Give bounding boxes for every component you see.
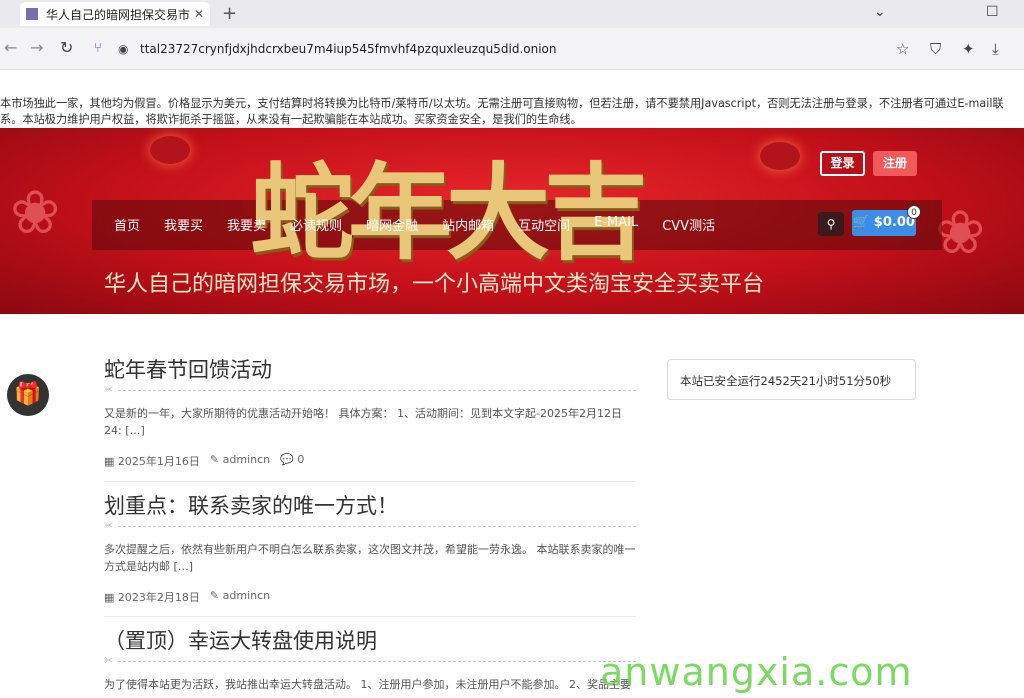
forward-icon[interactable]: → (30, 38, 43, 57)
scissors-icon: ✂ (104, 383, 114, 396)
onion-icon[interactable]: ◉ (118, 42, 128, 56)
post-date[interactable]: 2023年2月18日 (118, 591, 200, 604)
menu-item-rules[interactable]: 必读规则 (290, 215, 342, 234)
menu-item-email[interactable]: E-MAIL (594, 215, 638, 234)
menu-item-buy[interactable]: 我要买 (164, 215, 203, 234)
tor-icon[interactable]: ⑂ (94, 41, 102, 56)
post-meta: ▦ 2023年2月18日 ✎ admincn (104, 589, 636, 605)
post-title[interactable]: （置顶）幸运大转盘使用说明 (104, 627, 636, 655)
scissors-icon: ✂ (104, 519, 114, 532)
watermark: anwangxia.com (600, 650, 913, 694)
post-separator (104, 481, 636, 482)
gift-icon[interactable]: 🎁 (7, 374, 49, 416)
post-excerpt: 为了使得本站更为活跃，我站推出幸运大转盘活动。 1、注册用户参加，未注册用户不能… (104, 678, 631, 696)
post-date[interactable]: 2025年1月16日 (118, 455, 200, 468)
login-button[interactable]: 登录 (820, 151, 865, 176)
post-divider: ✂ (104, 519, 636, 532)
magic-broom-icon[interactable]: ✦ (962, 40, 975, 58)
post-item: （置顶）幸运大转盘使用说明 ✂ 为了使得本站更为活跃，我站推出幸运大转盘活动。 … (104, 627, 636, 696)
chevron-down-icon[interactable]: ⌄ (874, 4, 886, 20)
register-button[interactable]: 注册 (873, 151, 917, 176)
post-divider: ✂ (104, 383, 636, 396)
tab-bar: 华人自己的暗网担保交易市场 - ✕ + ⌄ ☐ (0, 0, 1024, 28)
post-title[interactable]: 划重点：联系卖家的唯一方式！ (104, 492, 636, 520)
header-banner: ❀ ❀ 蛇年大吉 登录 注册 首页 我要买 我要卖 必读规则 暗网金融 站内邮箱… (0, 128, 1024, 314)
site-notice: 本市场独此一家，其他均为假冒。价格显示为美元，支付结算时将转换为比特币/莱特币/… (0, 97, 1004, 126)
calendar-icon: ▦ (104, 455, 115, 468)
browser-tab[interactable]: 华人自己的暗网担保交易市场 - ✕ (20, 2, 210, 26)
post-meta: ▦ 2025年1月16日 ✎ admincn 💬 0 (104, 453, 636, 469)
uptime-widget: 本站已安全运行2452天21小时51分50秒 (667, 359, 916, 400)
cart-count-badge: 0 (907, 205, 921, 219)
post-divider: ✂ (104, 654, 636, 667)
favicon-icon (26, 8, 38, 20)
cart-icon: 🛒 (853, 215, 870, 230)
post-excerpt: 又是新的一年，大家所期待的优惠活动开始咯！ 具体方案： 1、活动期间：见到本文字… (104, 407, 622, 437)
pencil-icon: ✎ (209, 589, 220, 602)
lantern-icon (150, 136, 190, 164)
main-menu: 首页 我要买 我要卖 必读规则 暗网金融 站内邮箱 互动空间 E-MAIL CV… (114, 215, 739, 234)
maximize-icon[interactable]: ☐ (986, 4, 999, 20)
post-item: 蛇年春节回馈活动 ✂ 又是新的一年，大家所期待的优惠活动开始咯！ 具体方案： 1… (104, 356, 636, 469)
flower-icon: ❀ (10, 178, 61, 248)
address-bar[interactable]: ttal23727crynfjdxjhdcrxbeu7m4iup545fmvhf… (140, 42, 557, 56)
post-author[interactable]: admincn (223, 453, 271, 466)
back-icon[interactable]: ← (4, 38, 17, 57)
pencil-icon: ✎ (209, 453, 220, 466)
menu-item-cvv[interactable]: CVV测活 (662, 215, 715, 234)
post-separator (104, 616, 636, 617)
calendar-icon: ▦ (104, 591, 115, 604)
banner-subtitle: 华人自己的暗网担保交易市场，一个小高端中文类淘宝安全买卖平台 (104, 272, 765, 297)
comment-icon: 💬 (280, 453, 294, 466)
navigation-bar: ← → ↻ ⑂ ◉ ttal23727crynfjdxjhdcrxbeu7m4i… (0, 28, 1024, 70)
reload-icon[interactable]: ↻ (60, 38, 73, 57)
menu-item-community[interactable]: 互动空间 (518, 215, 570, 234)
menu-item-mailbox[interactable]: 站内邮箱 (442, 215, 494, 234)
post-comments[interactable]: 0 (297, 453, 304, 466)
post-author[interactable]: admincn (223, 589, 271, 602)
shield-icon[interactable]: ⛉ (930, 40, 941, 58)
scissors-icon: ✂ (104, 654, 114, 667)
flower-icon: ❀ (935, 198, 986, 268)
download-icon[interactable]: ⤓ (992, 40, 999, 58)
search-icon[interactable]: ⚲ (818, 212, 844, 236)
tab-title: 华人自己的暗网担保交易市场 - (46, 7, 190, 22)
new-tab-button[interactable]: + (222, 3, 237, 24)
menu-item-sell[interactable]: 我要卖 (227, 215, 266, 234)
post-item: 划重点：联系卖家的唯一方式！ ✂ 多次提醒之后，依然有些新用户不明白怎么联系卖家… (104, 492, 636, 605)
post-title[interactable]: 蛇年春节回馈活动 (104, 356, 636, 384)
post-excerpt: 多次提醒之后，依然有些新用户不明白怎么联系卖家，这次图文并茂，希望能一劳永逸。 … (104, 543, 636, 573)
close-icon[interactable]: ✕ (194, 7, 204, 21)
bookmark-star-icon[interactable]: ☆ (896, 40, 909, 58)
menu-item-finance[interactable]: 暗网金融 (366, 215, 418, 234)
menu-item-home[interactable]: 首页 (114, 215, 140, 234)
